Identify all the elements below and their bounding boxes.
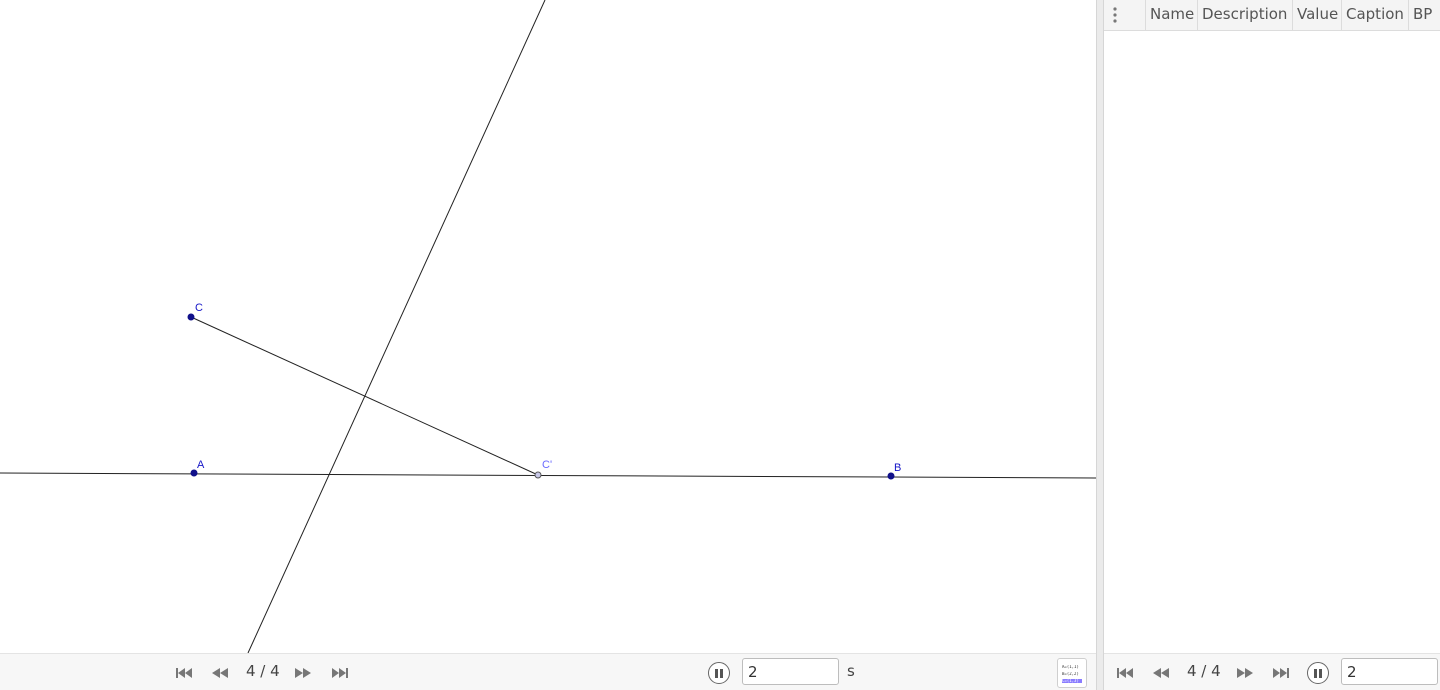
column-header-caption[interactable]: Caption	[1342, 0, 1409, 30]
last-step-button[interactable]	[329, 663, 351, 683]
previous-step-icon	[212, 668, 228, 678]
column-header-bp[interactable]: BP	[1409, 0, 1440, 30]
geometry-canvas[interactable]: A B C C'	[0, 0, 1096, 653]
first-step-button[interactable]	[173, 663, 195, 683]
pause-icon-bar	[720, 668, 723, 678]
speed-input[interactable]	[742, 658, 839, 685]
protocol-last-step-button[interactable]	[1270, 663, 1292, 683]
column-header-name[interactable]: Name	[1146, 0, 1198, 30]
next-step-icon	[295, 668, 311, 678]
vertical-dots-icon	[1113, 7, 1117, 23]
point-c-prime[interactable]	[534, 471, 542, 479]
protocol-pause-button[interactable]	[1307, 662, 1329, 684]
step-counter: 4 / 4	[246, 662, 280, 680]
algebra-toggle-line-3: C=(1,3)	[1062, 679, 1082, 683]
protocol-next-step-button[interactable]	[1234, 663, 1256, 683]
previous-step-button[interactable]	[209, 663, 231, 683]
construction-protocol-navigation-bar: 4 / 4	[1104, 653, 1440, 690]
pause-button[interactable]	[708, 662, 730, 684]
point-b-label: B	[894, 462, 901, 474]
point-c[interactable]	[187, 313, 195, 321]
column-header-description[interactable]: Description	[1198, 0, 1293, 30]
last-step-icon	[332, 668, 348, 678]
next-step-icon	[1237, 668, 1253, 678]
algebra-toggle-line-2: B=(2,2)	[1062, 672, 1079, 676]
speed-unit: s	[847, 662, 855, 680]
pause-icon	[715, 668, 718, 678]
protocol-first-step-button[interactable]	[1114, 663, 1136, 683]
line-ab[interactable]	[0, 472, 1096, 479]
previous-step-icon	[1153, 668, 1169, 678]
construction-protocol-view: Name Description Value Caption BP	[1104, 0, 1440, 653]
last-step-icon	[1273, 668, 1289, 678]
point-a-label: A	[197, 459, 205, 471]
column-header-value[interactable]: Value	[1293, 0, 1342, 30]
first-step-icon	[176, 668, 192, 678]
column-menu-button[interactable]	[1104, 0, 1146, 30]
protocol-speed-input[interactable]	[1341, 658, 1438, 685]
point-c-prime-label: C'	[542, 459, 552, 471]
graphics-navigation-bar: 4 / 4 s A=(1,1) B=(2,2) C=(1,3)	[0, 653, 1096, 690]
pause-icon	[1314, 668, 1317, 678]
segment-cc-prime[interactable]	[190, 316, 539, 476]
view-divider[interactable]	[1096, 0, 1104, 690]
first-step-icon	[1117, 668, 1133, 678]
algebra-toggle-line-1: A=(1,1)	[1062, 665, 1079, 669]
protocol-step-counter: 4 / 4	[1187, 662, 1221, 680]
algebra-toggle-button[interactable]: A=(1,1) B=(2,2) C=(1,3)	[1057, 658, 1087, 688]
graphics-view[interactable]: A B C C'	[0, 0, 1096, 653]
perpendicular-line[interactable]	[247, 0, 546, 653]
point-c-label: C	[195, 302, 203, 314]
construction-protocol-header: Name Description Value Caption BP	[1104, 0, 1440, 31]
next-step-button[interactable]	[292, 663, 314, 683]
protocol-previous-step-button[interactable]	[1150, 663, 1172, 683]
pause-icon-bar	[1319, 668, 1322, 678]
geogebra-app: A B C C' 4 / 4 s A=(1,1) B=(2	[0, 0, 1440, 690]
